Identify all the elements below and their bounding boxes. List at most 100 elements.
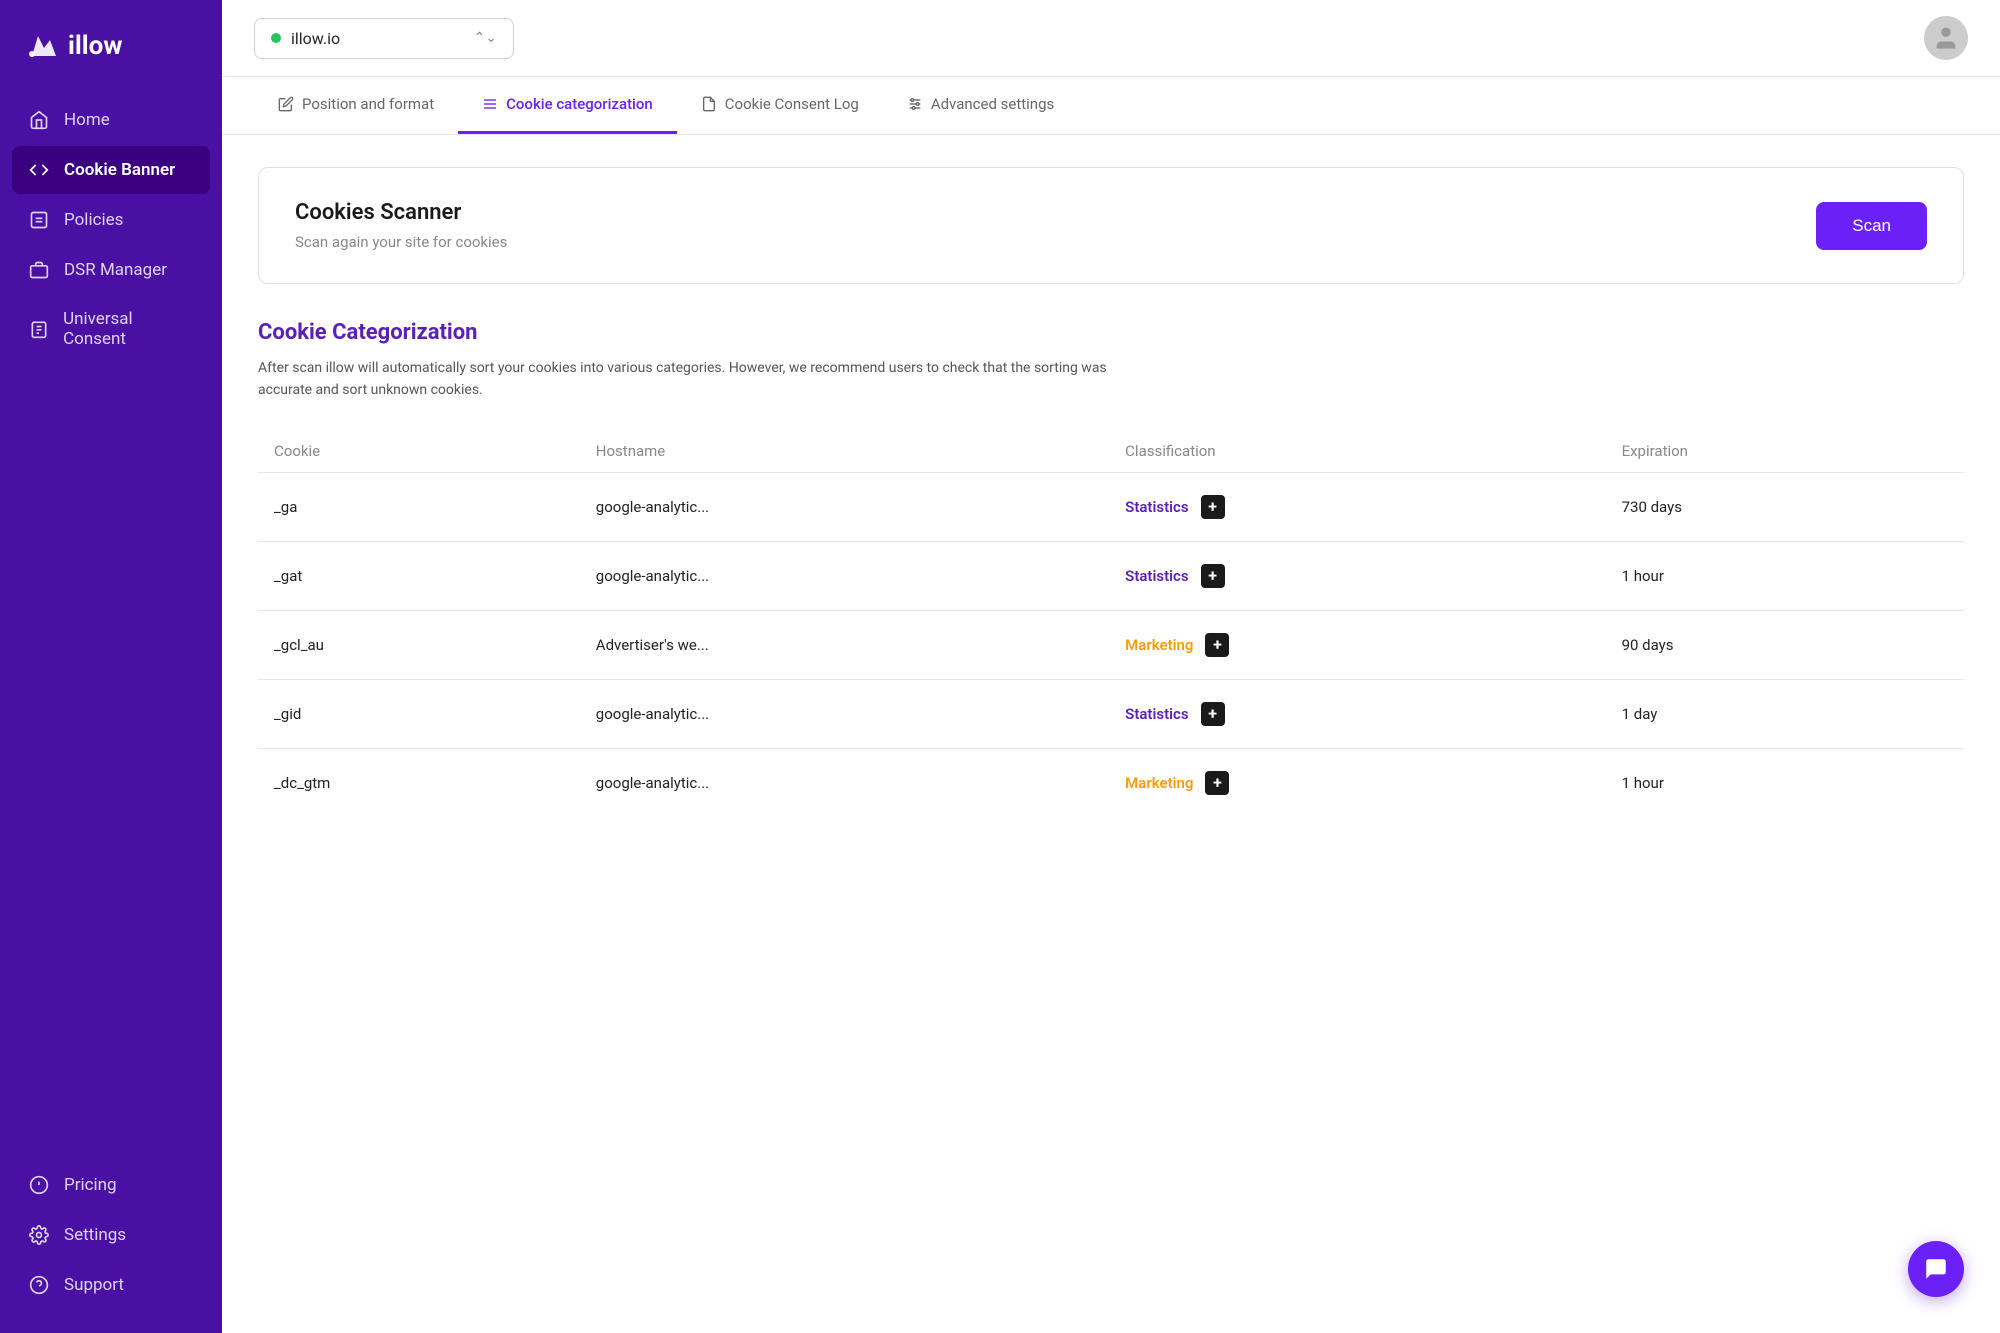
tab-bar: Position and format Cookie categorizatio… xyxy=(222,77,2000,135)
sidebar-item-settings[interactable]: Settings xyxy=(12,1211,210,1259)
cell-cookie: _gid xyxy=(258,679,580,748)
tab-cookie-categorization-label: Cookie categorization xyxy=(506,95,653,113)
cell-expiration: 1 hour xyxy=(1606,748,1964,817)
illow-logo-icon xyxy=(24,28,60,64)
cell-hostname: google-analytic... xyxy=(580,679,1109,748)
tab-cookie-categorization[interactable]: Cookie categorization xyxy=(458,77,677,134)
classification-stats-label: Statistics xyxy=(1125,498,1188,516)
cell-classification: Marketing + xyxy=(1109,610,1605,679)
scan-button[interactable]: Scan xyxy=(1816,202,1927,250)
sidebar-item-home[interactable]: Home xyxy=(12,96,210,144)
classification-marketing-label: Marketing xyxy=(1125,636,1193,654)
sidebar-label-home: Home xyxy=(64,110,110,130)
cell-cookie: _gcl_au xyxy=(258,610,580,679)
logo-area: illow xyxy=(0,0,222,96)
pricing-icon xyxy=(28,1174,50,1196)
code-icon xyxy=(28,159,50,181)
chevron-icon: ⌃⌄ xyxy=(474,30,497,46)
classification-stats-label: Statistics xyxy=(1125,705,1188,723)
table-row: _ga google-analytic... Statistics + 730 … xyxy=(258,472,1964,541)
sidebar-nav: Home Cookie Banner Policies DSR Manager xyxy=(0,96,222,1149)
menu-icon xyxy=(482,96,498,112)
avatar-icon xyxy=(1932,24,1960,52)
doc-icon xyxy=(701,96,717,112)
cell-hostname: google-analytic... xyxy=(580,541,1109,610)
sidebar-item-dsr-manager[interactable]: DSR Manager xyxy=(12,246,210,294)
add-classification-button[interactable]: + xyxy=(1201,702,1225,726)
home-icon xyxy=(28,109,50,131)
tab-position-format[interactable]: Position and format xyxy=(254,77,458,134)
col-header-hostname: Hostname xyxy=(580,430,1109,473)
add-classification-button[interactable]: + xyxy=(1201,495,1225,519)
sidebar-item-cookie-banner[interactable]: Cookie Banner xyxy=(12,146,210,194)
cell-classification: Statistics + xyxy=(1109,541,1605,610)
sidebar: illow Home Cookie Banner Policies DSR M xyxy=(0,0,222,1333)
tab-advanced-settings-label: Advanced settings xyxy=(931,95,1054,113)
file-icon xyxy=(28,209,50,231)
sidebar-bottom: Pricing Settings Support xyxy=(0,1149,222,1333)
cell-classification: Marketing + xyxy=(1109,748,1605,817)
cell-cookie: _gat xyxy=(258,541,580,610)
add-classification-button[interactable]: + xyxy=(1205,633,1229,657)
col-header-cookie: Cookie xyxy=(258,430,580,473)
sidebar-label-pricing: Pricing xyxy=(64,1175,117,1195)
sidebar-item-pricing[interactable]: Pricing xyxy=(12,1161,210,1209)
scanner-description: Scan again your site for cookies xyxy=(295,233,507,251)
cell-expiration: 1 day xyxy=(1606,679,1964,748)
tab-cookie-consent-log[interactable]: Cookie Consent Log xyxy=(677,77,883,134)
logo-text: illow xyxy=(68,31,122,61)
clipboard-icon xyxy=(28,318,49,340)
classification-stats-label: Statistics xyxy=(1125,567,1188,585)
user-avatar[interactable] xyxy=(1924,16,1968,60)
chat-button[interactable] xyxy=(1908,1241,1964,1297)
scanner-info: Cookies Scanner Scan again your site for… xyxy=(295,200,507,251)
tab-cookie-consent-log-label: Cookie Consent Log xyxy=(725,95,859,113)
table-row: _gid google-analytic... Statistics + 1 d… xyxy=(258,679,1964,748)
sidebar-label-cookie-banner: Cookie Banner xyxy=(64,160,175,180)
cell-hostname: Advertiser's we... xyxy=(580,610,1109,679)
table-row: _dc_gtm google-analytic... Marketing + 1… xyxy=(258,748,1964,817)
content-area: Cookies Scanner Scan again your site for… xyxy=(222,135,2000,1333)
sidebar-item-policies[interactable]: Policies xyxy=(12,196,210,244)
cell-classification: Statistics + xyxy=(1109,472,1605,541)
cell-classification: Statistics + xyxy=(1109,679,1605,748)
cell-expiration: 730 days xyxy=(1606,472,1964,541)
sidebar-label-dsr-manager: DSR Manager xyxy=(64,260,167,280)
sidebar-item-support[interactable]: Support xyxy=(12,1261,210,1309)
categorization-description: After scan illow will automatically sort… xyxy=(258,357,1158,402)
table-row: _gcl_au Advertiser's we... Marketing + 9… xyxy=(258,610,1964,679)
categorization-title: Cookie Categorization xyxy=(258,320,1964,345)
briefcase-icon xyxy=(28,259,50,281)
sliders-icon xyxy=(907,96,923,112)
main-content: illow.io ⌃⌄ Position and format Cookie c… xyxy=(222,0,2000,1333)
table-row: _gat google-analytic... Statistics + 1 h… xyxy=(258,541,1964,610)
cell-hostname: google-analytic... xyxy=(580,472,1109,541)
cell-cookie: _ga xyxy=(258,472,580,541)
domain-selector[interactable]: illow.io ⌃⌄ xyxy=(254,18,514,59)
col-header-expiration: Expiration xyxy=(1606,430,1964,473)
add-classification-button[interactable]: + xyxy=(1201,564,1225,588)
scanner-card: Cookies Scanner Scan again your site for… xyxy=(258,167,1964,284)
chat-icon xyxy=(1923,1256,1949,1282)
domain-status-dot xyxy=(271,33,281,43)
sidebar-label-settings: Settings xyxy=(64,1225,126,1245)
tab-position-format-label: Position and format xyxy=(302,95,434,113)
cookie-table: Cookie Hostname Classification Expiratio… xyxy=(258,430,1964,817)
classification-marketing-label: Marketing xyxy=(1125,774,1193,792)
edit-icon xyxy=(278,96,294,112)
cell-expiration: 90 days xyxy=(1606,610,1964,679)
cell-cookie: _dc_gtm xyxy=(258,748,580,817)
cell-hostname: google-analytic... xyxy=(580,748,1109,817)
sidebar-label-policies: Policies xyxy=(64,210,123,230)
scanner-title: Cookies Scanner xyxy=(295,200,507,225)
gear-icon xyxy=(28,1224,50,1246)
col-header-classification: Classification xyxy=(1109,430,1605,473)
sidebar-label-support: Support xyxy=(64,1275,124,1295)
support-icon xyxy=(28,1274,50,1296)
sidebar-item-universal-consent[interactable]: Universal Consent xyxy=(12,296,210,362)
sidebar-label-universal-consent: Universal Consent xyxy=(63,309,194,349)
domain-text: illow.io xyxy=(291,29,464,48)
tab-advanced-settings[interactable]: Advanced settings xyxy=(883,77,1078,134)
add-classification-button[interactable]: + xyxy=(1205,771,1229,795)
cell-expiration: 1 hour xyxy=(1606,541,1964,610)
